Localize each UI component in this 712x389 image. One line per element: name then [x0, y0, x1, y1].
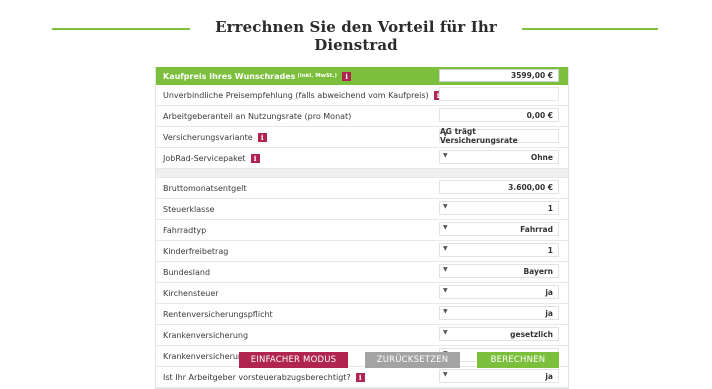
field-value: Ohne [530, 152, 553, 162]
title-divider-left [52, 28, 190, 30]
chevron-down-icon: ▼ [443, 266, 448, 273]
form-row-label-wrap: Rentenversicherungspflicht [163, 304, 273, 324]
purchase-price-row: Kaufpreis Ihres Wunschrades (inkl. MwSt.… [156, 67, 568, 85]
calculate-button[interactable]: BERECHNEN [477, 352, 559, 368]
form-row: Unverbindliche Preisempfehlung (falls ab… [156, 85, 568, 106]
form-row-label: Kirchensteuer [163, 288, 219, 298]
info-icon[interactable]: i [355, 372, 365, 382]
form-row-label: Arbeitgeberanteil an Nutzungsrate (pro M… [163, 111, 352, 121]
form-row: Versicherungsvariante i ▼ AG trägt Versiche… [156, 127, 568, 148]
field-value: ja [545, 287, 553, 297]
field-value: AG trägt Versicherungsrate [440, 127, 518, 145]
title-divider-right [522, 28, 658, 30]
chevron-down-icon: ▼ [443, 131, 448, 138]
field-value: 1 [547, 203, 553, 213]
form-row-label: Rentenversicherungspflicht [163, 309, 273, 319]
purchase-price-sublabel: (inkl. MwSt.) [297, 73, 338, 79]
form-row-label: Versicherungsvariante [163, 132, 253, 142]
form-row: Krankenversicherung ▼ gesetzlich [156, 325, 568, 346]
info-icon[interactable]: i [342, 71, 352, 81]
form-row-label: Ist Ihr Arbeitgeber vorsteuerabzugsberec… [163, 372, 351, 382]
chevron-down-icon: ▼ [443, 203, 448, 210]
field-value: Bayern [523, 266, 553, 276]
info-icon[interactable]: i [257, 132, 267, 142]
chevron-down-icon: ▼ [443, 245, 448, 252]
form-row: Fahrradtyp ▼ Fahrrad [156, 220, 568, 241]
form-row: Bruttomonatsentgelt 3.600,00 € [156, 178, 568, 199]
purchase-price-label-wrap: Kaufpreis Ihres Wunschrades (inkl. MwSt.… [163, 67, 352, 85]
form-row: Steuerklasse ▼ 1 [156, 199, 568, 220]
form-row: Arbeitgeberanteil an Nutzungsrate (pro M… [156, 106, 568, 127]
form-row-label: Steuerklasse [163, 204, 215, 214]
chevron-down-icon: ▼ [443, 329, 448, 336]
purchase-price-input[interactable]: 3599,00 € [439, 69, 559, 82]
form-row-label-wrap: Bundesland [163, 262, 210, 282]
form-row-label-wrap: Fahrradtyp [163, 220, 206, 240]
page-title: Errechnen Sie den Vorteil für Ihr Dienst… [215, 18, 497, 54]
form-row: Bundesland ▼ Bayern [156, 262, 568, 283]
field-value: gesetzlich [510, 329, 553, 339]
form-row-label: Bundesland [163, 267, 211, 277]
select-field[interactable]: ▼ ja [439, 285, 559, 299]
form-row-label: Unverbindliche Preisempfehlung (falls ab… [163, 90, 429, 100]
top-rows-group: Unverbindliche Preisempfehlung (falls ab… [156, 85, 568, 169]
calculator-form: Kaufpreis Ihres Wunschrades (inkl. MwSt.… [155, 67, 569, 389]
form-row-label-wrap: JobRad-Servicepaket i [163, 148, 260, 168]
chevron-down-icon: ▼ [443, 287, 448, 294]
form-row-label-wrap: Krankenversicherung [163, 325, 248, 345]
form-row-label: Bruttomonatsentgelt [163, 183, 247, 193]
form-row-label-wrap: Steuerklasse [163, 199, 214, 219]
chevron-down-icon: ▼ [443, 308, 448, 315]
select-field[interactable]: ▼ Bayern [439, 264, 559, 278]
info-icon[interactable]: i [250, 153, 260, 163]
select-field[interactable]: ▼ ja [439, 369, 559, 383]
simple-mode-button[interactable]: EINFACHER MODUS [239, 352, 348, 368]
field-value: 3.600,00 € [508, 182, 553, 192]
chevron-down-icon: ▼ [443, 371, 448, 378]
form-row-label-wrap: Kinderfreibetrag [163, 241, 228, 261]
field-value: ja [545, 371, 553, 381]
section-divider [156, 169, 568, 178]
form-row-label: JobRad-Servicepaket [163, 153, 246, 163]
form-row: Ist Ihr Arbeitgeber vorsteuerabzugsberec… [156, 367, 568, 388]
field-value: 0,00 € [526, 110, 553, 120]
form-row-label: Kinderfreibetrag [163, 246, 229, 256]
field-value: Fahrrad [520, 224, 553, 234]
select-field[interactable]: ▼ ja [439, 306, 559, 320]
form-row-label-wrap: Unverbindliche Preisempfehlung (falls ab… [163, 85, 443, 105]
select-field[interactable]: ▼ 1 [439, 243, 559, 257]
form-row-label-wrap: Kirchensteuer [163, 283, 219, 303]
form-row-label: Krankenversicherung [163, 330, 249, 340]
form-row-label: Fahrradtyp [163, 225, 207, 235]
page-header: Errechnen Sie den Vorteil für Ihr Dienst… [0, 18, 712, 54]
form-row: JobRad-Servicepaket i ▼ Ohne [156, 148, 568, 169]
form-row: Kirchensteuer ▼ ja [156, 283, 568, 304]
form-row: Kinderfreibetrag ▼ 1 [156, 241, 568, 262]
form-row: Rentenversicherungspflicht ▼ ja [156, 304, 568, 325]
field-value: 1 [547, 245, 553, 255]
input-field[interactable]: 3.600,00 € [439, 180, 559, 194]
select-field[interactable]: ▼ gesetzlich [439, 327, 559, 341]
form-row-label-wrap: Ist Ihr Arbeitgeber vorsteuerabzugsberec… [163, 367, 365, 387]
chevron-down-icon: ▼ [443, 152, 448, 159]
form-row-label-wrap: Versicherungsvariante i [163, 127, 267, 147]
select-field[interactable]: ▼ AG trägt Versicherungsrate [439, 127, 559, 145]
select-field[interactable]: ▼ 1 [439, 201, 559, 215]
select-field[interactable]: ▼ Ohne [439, 150, 559, 164]
form-row-label-wrap: Arbeitgeberanteil an Nutzungsrate (pro M… [163, 106, 351, 126]
reset-button[interactable]: ZURÜCKSETZEN [365, 352, 460, 368]
input-field[interactable] [439, 87, 559, 101]
purchase-price-label: Kaufpreis Ihres Wunschrades [163, 71, 296, 81]
form-row-label-wrap: Bruttomonatsentgelt [163, 178, 246, 198]
field-value: ja [545, 308, 553, 318]
chevron-down-icon: ▼ [443, 224, 448, 231]
select-field[interactable]: ▼ Fahrrad [439, 222, 559, 236]
input-field[interactable]: 0,00 € [439, 108, 559, 122]
